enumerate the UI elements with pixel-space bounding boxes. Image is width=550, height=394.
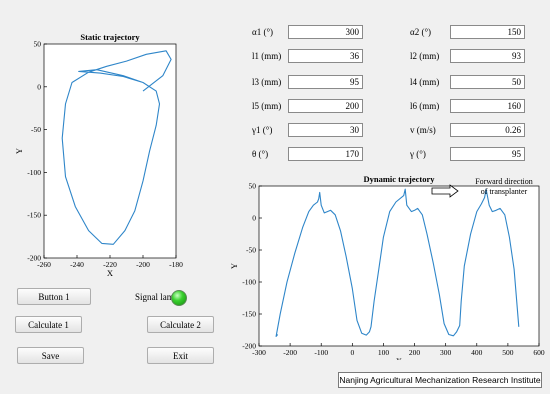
param-v-field[interactable]: [450, 123, 525, 137]
param-l2-field[interactable]: [450, 49, 525, 63]
param-alpha2-field[interactable]: [450, 25, 525, 39]
param-l2-label: l2 (mm): [410, 51, 440, 61]
param-theta-label: θ (°): [252, 149, 269, 159]
x-tick-label: 200: [409, 348, 421, 357]
param-l3-field[interactable]: [288, 75, 363, 89]
credit-label: Nanjing Agricultural Mechanization Resea…: [338, 372, 542, 388]
signal-lamp-icon: [171, 290, 187, 306]
button-1[interactable]: Button 1: [17, 288, 91, 305]
calculate-2-button[interactable]: Calculate 2: [147, 316, 214, 333]
x-tick-label: -180: [169, 260, 183, 269]
forward-direction-annotation: Forward direction of transplanter: [475, 177, 533, 196]
x-tick-label: 600: [533, 348, 545, 357]
y-tick-label: -200: [27, 254, 41, 263]
param-l4-field[interactable]: [450, 75, 525, 89]
y-tick-label: -150: [27, 211, 41, 220]
param-alpha2-label: α2 (°): [410, 27, 432, 37]
y-tick-label: 0: [252, 214, 256, 223]
x-tick-label: 400: [471, 348, 483, 357]
save-button[interactable]: Save: [17, 347, 84, 364]
calculate-1-button[interactable]: Calculate 1: [15, 316, 82, 333]
chart-title: Dynamic trajectory: [363, 174, 435, 184]
y-tick-label: -100: [242, 278, 256, 287]
x-tick-label: -200: [136, 260, 150, 269]
static-trajectory-chart: -260 -240 -220 -200 -180500-50-100-150-200St…: [14, 32, 183, 278]
x-tick-label: 0: [350, 348, 354, 357]
y-tick-label: 50: [249, 182, 257, 191]
x-tick-label: 100: [378, 348, 390, 357]
param-l1-field[interactable]: [288, 49, 363, 63]
param-gamma1-field[interactable]: [288, 123, 363, 137]
x-tick-label: -240: [70, 260, 84, 269]
param-l5-field[interactable]: [288, 99, 363, 113]
x-tick-label: 300: [440, 348, 452, 357]
x-tick-label: -100: [314, 348, 328, 357]
param-l4-label: l4 (mm): [410, 77, 440, 87]
param-alpha1-field[interactable]: [288, 25, 363, 39]
x-tick-label: -200: [283, 348, 297, 357]
param-l1-label: l1 (mm): [252, 51, 282, 61]
y-tick-label: 0: [37, 82, 41, 91]
param-l6-label: l6 (mm): [410, 101, 440, 111]
y-tick-label: -100: [27, 168, 41, 177]
param-gamma-label: γ (°): [410, 149, 426, 159]
x-axis-label: X: [396, 356, 402, 360]
y-tick-label: -50: [31, 125, 41, 134]
y-tick-label: -150: [242, 310, 256, 319]
dynamic-trajectory-chart: -300 -200 -100 0 100 200 300 400 500 600500-50-10…: [229, 174, 545, 360]
y-axis-label: Y: [229, 263, 239, 269]
x-tick-label: 500: [502, 348, 514, 357]
y-tick-label: 50: [34, 40, 42, 49]
param-v-label: v (m/s): [410, 125, 436, 135]
param-l3-label: l3 (mm): [252, 77, 282, 87]
param-gamma1-label: γ1 (°): [252, 125, 273, 135]
app-window: -260 -240 -220 -200 -180 50 0 -50 -100 -150 -200 St…: [0, 0, 550, 394]
chart-title: Static trajectory: [80, 32, 140, 42]
param-gamma-field[interactable]: [450, 147, 525, 161]
param-theta-field[interactable]: [288, 147, 363, 161]
y-axis-label: Y: [14, 148, 24, 154]
exit-button[interactable]: Exit: [147, 347, 214, 364]
param-alpha1-label: α1 (°): [252, 27, 274, 37]
x-axis-label: X: [107, 268, 113, 278]
y-tick-label: -50: [246, 246, 256, 255]
y-tick-label: -200: [242, 342, 256, 351]
param-l6-field[interactable]: [450, 99, 525, 113]
param-l5-label: l5 (mm): [252, 101, 282, 111]
